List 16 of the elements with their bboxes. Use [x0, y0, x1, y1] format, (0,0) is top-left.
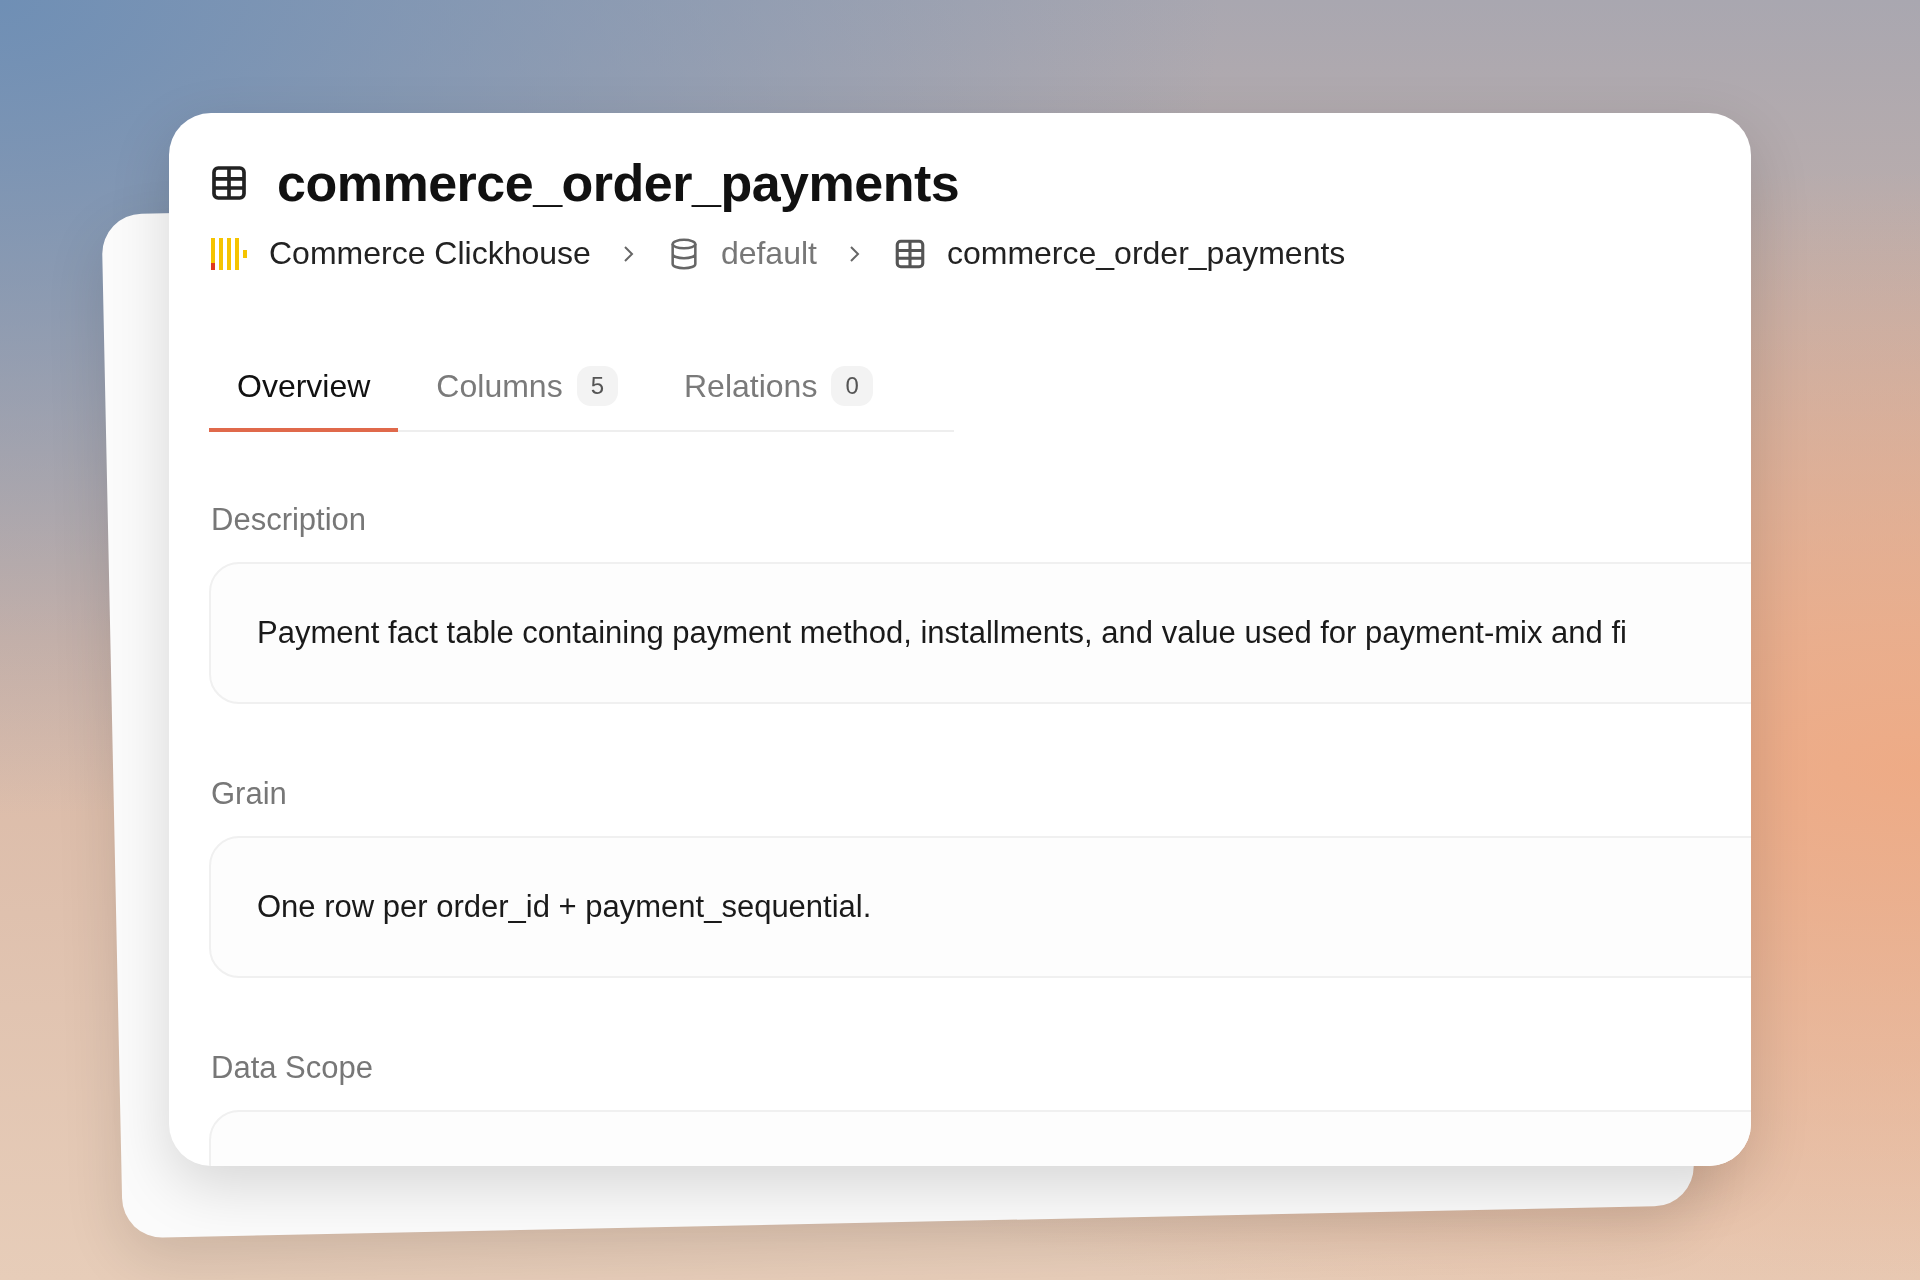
breadcrumb-item[interactable]: default	[720, 235, 817, 272]
tab[interactable]: Overview	[209, 356, 399, 432]
logo-icon	[209, 235, 249, 272]
breadcrumb-item[interactable]: commerce_order_payments	[946, 235, 1346, 272]
tab[interactable]: Columns 5	[408, 356, 646, 432]
section-label: Grain	[211, 776, 288, 812]
table-icon	[209, 163, 249, 203]
tab[interactable]: Relations 0	[656, 356, 901, 432]
count-badge: 5	[576, 366, 618, 406]
page-title: commerce_order_payments	[277, 153, 960, 213]
panel-text: One row per order_id + payment_sequential.	[257, 889, 872, 925]
section-label: Description	[211, 502, 368, 538]
breadcrumb-item[interactable]: Commerce Clickhouse	[269, 235, 591, 272]
panel-text: Payment fact table containing payment method, installments, and value used for payment-mix and fi	[257, 615, 1627, 651]
count-badge: 0	[831, 366, 873, 406]
section-label: Data Scope	[211, 1050, 374, 1086]
